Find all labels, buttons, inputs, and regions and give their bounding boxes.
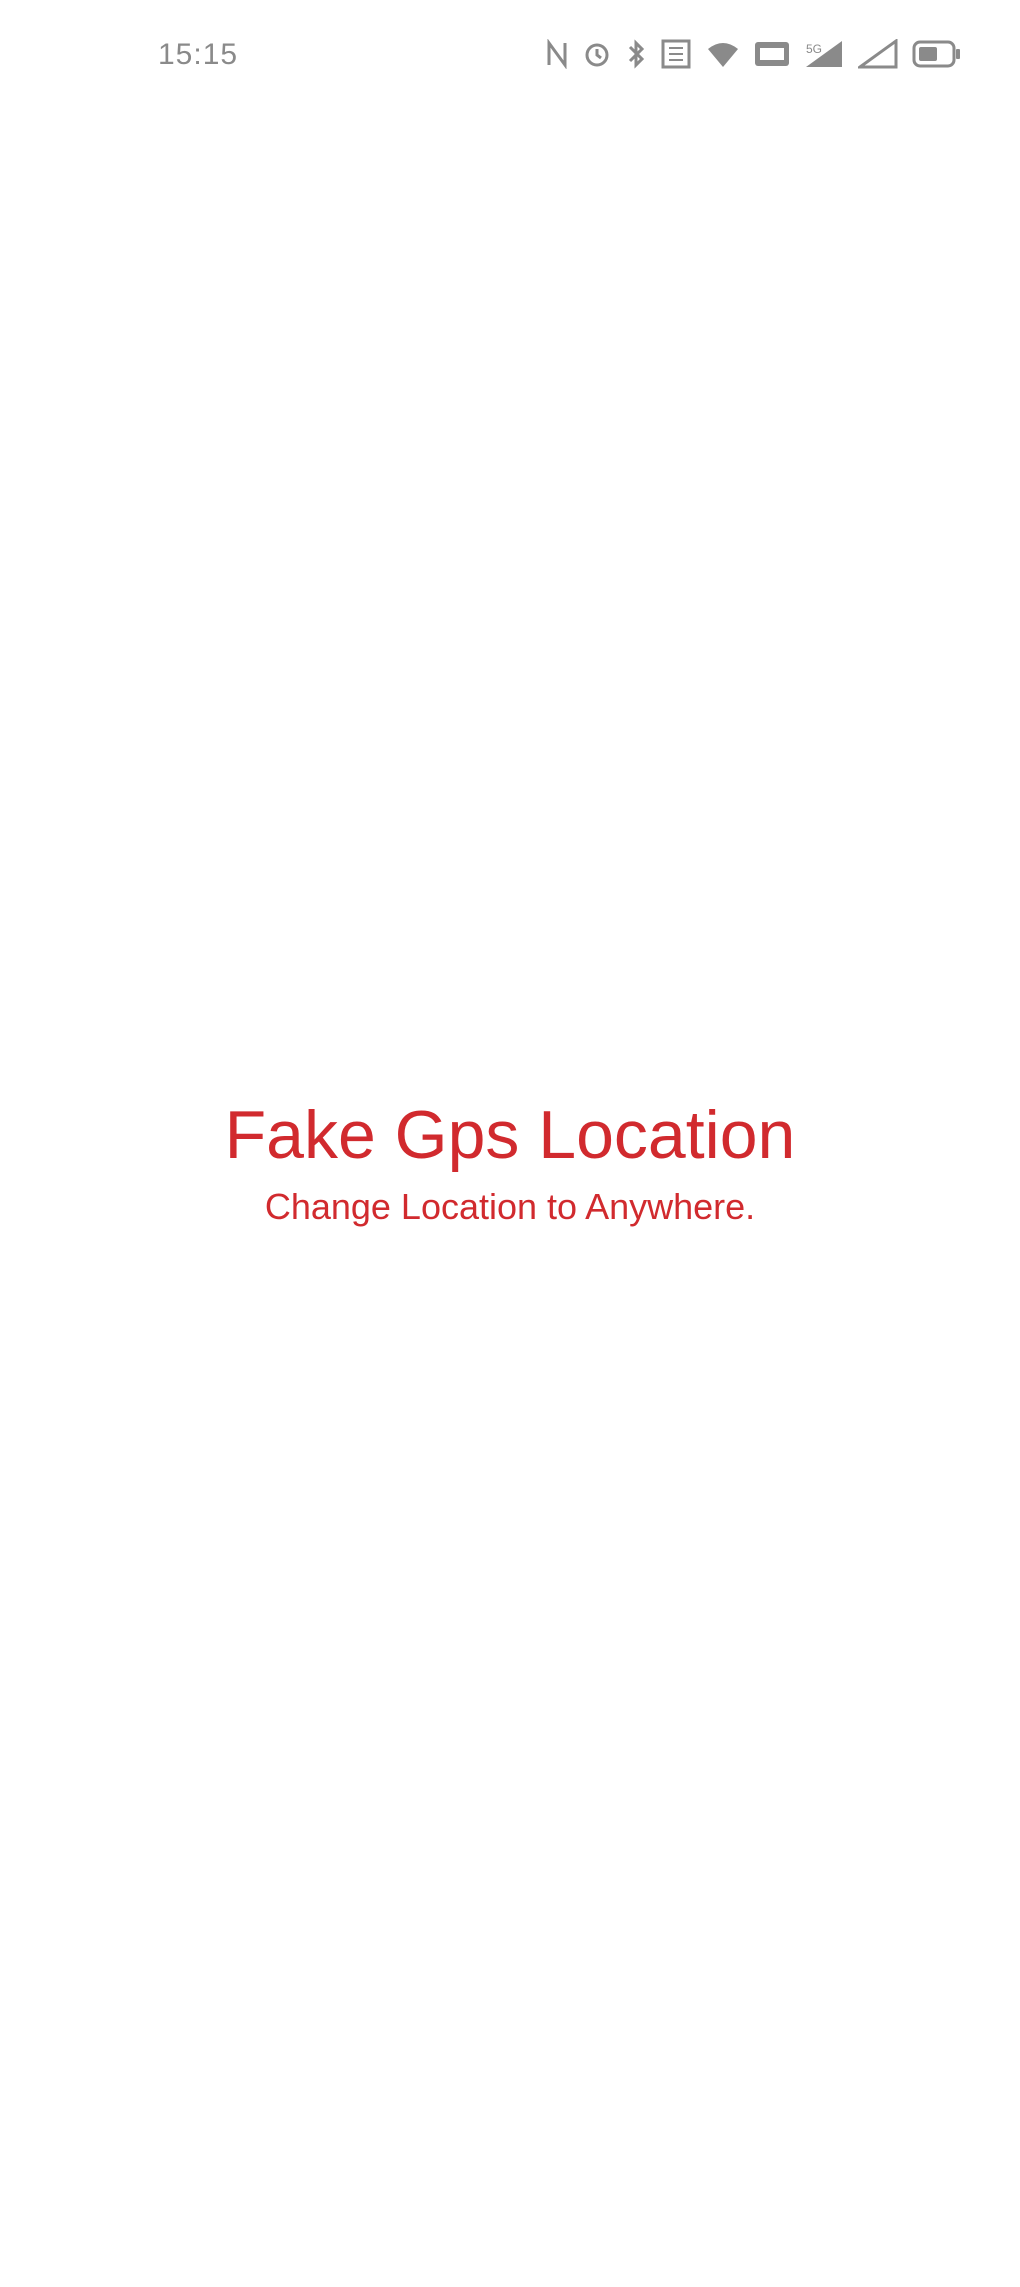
alarm-icon xyxy=(582,36,612,72)
splash-screen: Fake Gps Location Change Location to Any… xyxy=(0,1090,1020,1232)
wifi-icon xyxy=(706,36,740,72)
status-time: 15:15 xyxy=(158,38,239,71)
nfc-icon xyxy=(546,36,568,72)
status-icons: 5G xyxy=(546,34,962,74)
svg-text:5G: 5G xyxy=(806,42,822,56)
bluetooth-icon xyxy=(626,36,646,72)
signal-icon xyxy=(858,36,898,72)
volte-icon xyxy=(754,36,790,72)
battery-icon xyxy=(912,36,962,72)
app-tagline: Change Location to Anywhere. xyxy=(264,1186,756,1227)
status-bar: 15:15 5G xyxy=(0,0,1020,115)
signal-icon: 5G xyxy=(804,36,844,72)
app-title: Fake Gps Location xyxy=(224,1097,796,1173)
data-speed-icon xyxy=(660,36,692,72)
